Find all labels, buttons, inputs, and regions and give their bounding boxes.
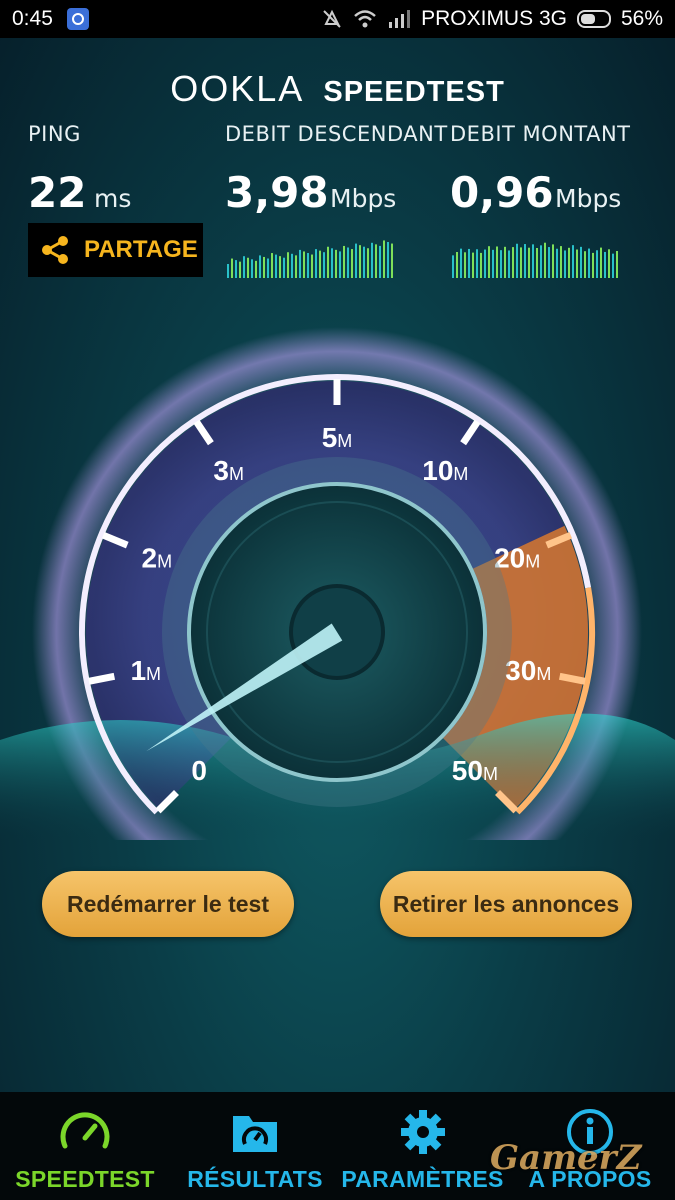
download-unit: Mbps [330,184,397,213]
logo-ookla: OOKLA [170,68,305,109]
battery-percent: 56% [620,7,663,30]
status-time: 0:45 [12,7,53,30]
app-logo: OOKLA SPEEDTEST [0,68,675,110]
battery-icon [576,10,611,28]
logo-speedtest: SPEEDTEST [323,76,505,108]
ping-unit: ms [94,184,132,213]
nav-label-speedtest: SPEEDTEST [15,1166,155,1192]
nav-speedtest[interactable]: SPEEDTEST [0,1092,170,1200]
nav-results[interactable]: RÉSULTATS [170,1092,340,1200]
download-sparkline [227,240,393,278]
notification-app-icon [66,8,89,30]
gauge-tick [558,672,586,685]
wifi-icon [354,10,376,28]
remove-ads-button[interactable]: Retirer les annonces [380,871,632,937]
upload-unit: Mbps [555,184,622,213]
speed-gauge: 01M2M3M5M10M20M30M50M [0,327,675,840]
restart-test-button[interactable]: Redémarrer le test [42,871,294,937]
download-value: 3,98 [225,168,329,217]
nav-settings[interactable]: PARAMÈTRES [340,1092,505,1200]
speedometer-icon [60,1112,110,1149]
upload-sparkline [452,242,618,278]
watermark: GamerZ [490,1138,642,1178]
nav-label-settings: PARAMÈTRES [341,1166,504,1192]
gear-icon [400,1110,445,1154]
carrier-name: PROXIMUS 3G [421,7,567,30]
share-button[interactable]: PARTAGE [28,223,203,277]
upload-label: DEBIT MONTANT [450,122,631,146]
gauge-tick-label: 0 [191,755,207,786]
signal-icon [389,10,411,28]
results-folder-icon [233,1116,277,1152]
share-icon [42,236,68,264]
share-label: PARTAGE [84,236,198,263]
download-label: DEBIT DESCENDANT [225,122,448,146]
status-bar: 0:45 PROXIMUS 3G 56% [0,0,675,38]
ping-value: 22 [28,168,87,217]
gauge-tick [88,672,116,685]
mute-icon [323,9,341,28]
nav-label-results: RÉSULTATS [187,1166,323,1192]
upload-value: 0,96 [450,168,554,217]
ping-label: PING [28,122,81,146]
